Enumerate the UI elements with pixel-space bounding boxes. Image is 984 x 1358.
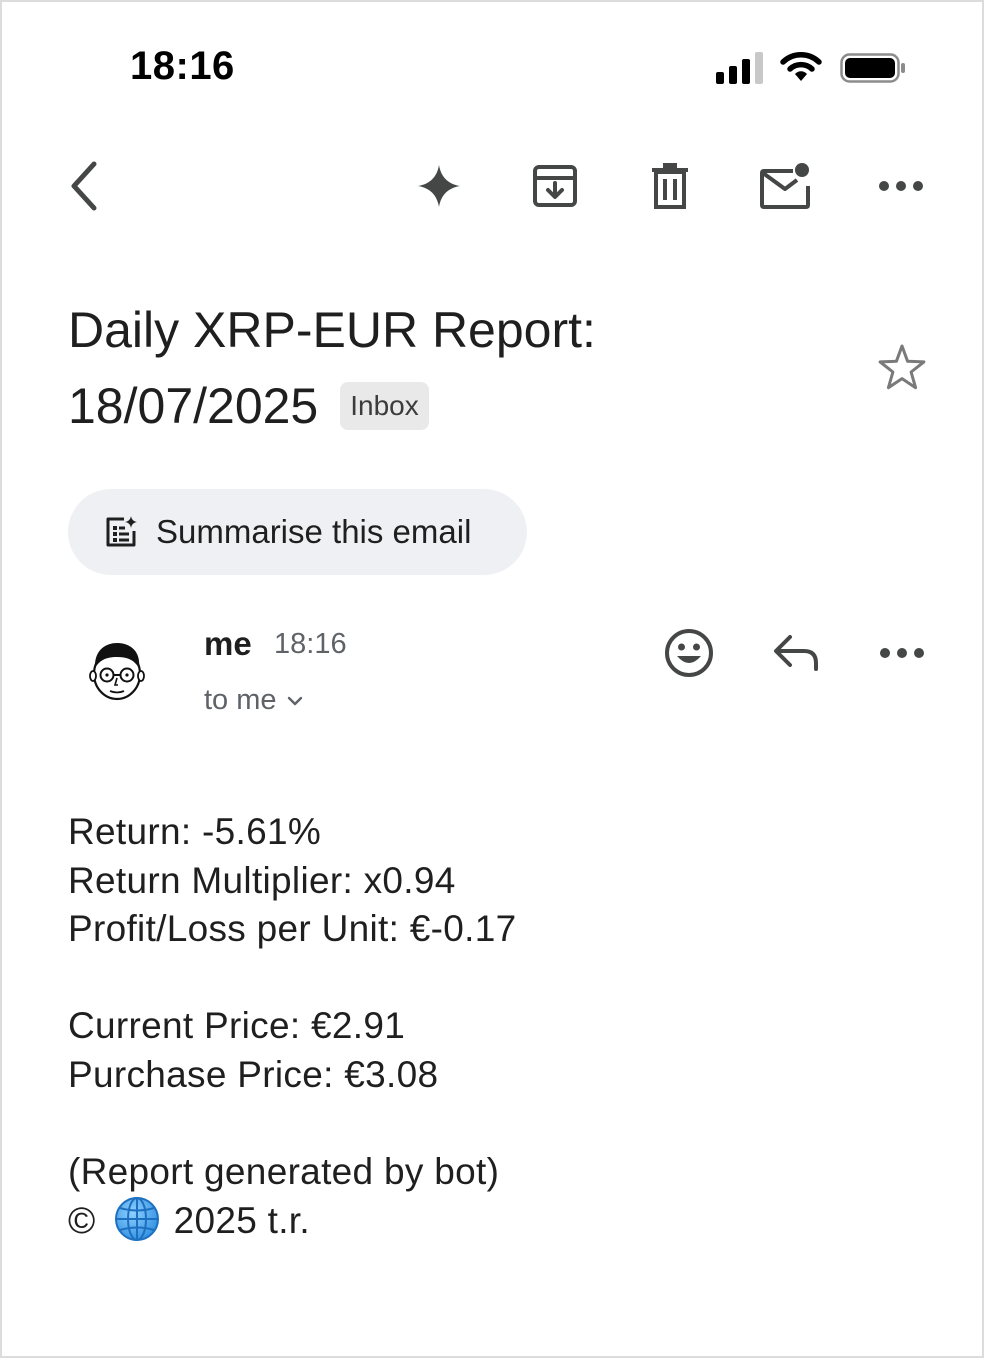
recipient-details-toggle[interactable]: to me <box>204 684 305 717</box>
chevron-down-icon <box>287 696 302 705</box>
summarise-label: Summarise this email <box>156 513 472 550</box>
mark-unread-icon[interactable] <box>759 160 811 212</box>
gemini-sparkle-icon[interactable] <box>413 160 465 212</box>
copyright-symbol: © <box>68 1200 96 1241</box>
cellular-signal-icon <box>716 52 763 84</box>
current-price-line: Current Price: €2.91 <box>68 1005 406 1046</box>
bot-note-line: (Report generated by bot) <box>68 1150 500 1192</box>
wifi-icon <box>780 52 822 81</box>
return-line: Return: -5.61% <box>68 811 322 852</box>
purchase-price-line: Purchase Price: €3.08 <box>68 1053 439 1095</box>
star-icon[interactable] <box>874 340 930 396</box>
inbox-label-chip[interactable]: Inbox <box>340 382 429 430</box>
multiplier-line: Return Multiplier: x0.94 <box>68 859 456 901</box>
sender-avatar[interactable] <box>86 638 148 704</box>
battery-icon <box>840 53 905 83</box>
archive-icon[interactable] <box>529 160 581 212</box>
more-icon[interactable] <box>875 160 927 212</box>
back-icon[interactable] <box>58 160 110 212</box>
copyright-text: 2025 t.r. <box>173 1200 310 1241</box>
subject-line-2-row: 18/07/2025 Inbox <box>68 368 788 444</box>
emoji-reaction-icon[interactable] <box>662 626 716 680</box>
email-screen: 18:16 Daily XRP-EUR Report: 18/07/2025 I… <box>0 0 984 1358</box>
profit-loss-line: Profit/Loss per Unit: €-0.17 <box>68 908 517 949</box>
subject-line-2: 18/07/2025 <box>68 378 319 434</box>
summary-sparkle-icon <box>106 516 137 547</box>
status-time: 18:16 <box>130 44 235 88</box>
delete-icon[interactable] <box>644 160 696 212</box>
globe-icon <box>114 1197 159 1241</box>
message-more-icon[interactable] <box>875 626 929 680</box>
summarise-email-button[interactable]: Summarise this email <box>68 489 527 575</box>
sender-time: 18:16 <box>274 628 347 660</box>
email-subject: Daily XRP-EUR Report: 18/07/2025 Inbox <box>68 292 788 444</box>
email-body: Return: -5.61% Return Multiplier: x0.94 … <box>68 808 517 1246</box>
subject-line-1: Daily XRP-EUR Report: <box>68 302 596 358</box>
reply-icon[interactable] <box>769 626 823 680</box>
sender-name: me <box>204 625 252 662</box>
copyright-line: © 2025 t.r. <box>68 1196 517 1246</box>
recipient-label: to me <box>204 684 277 716</box>
